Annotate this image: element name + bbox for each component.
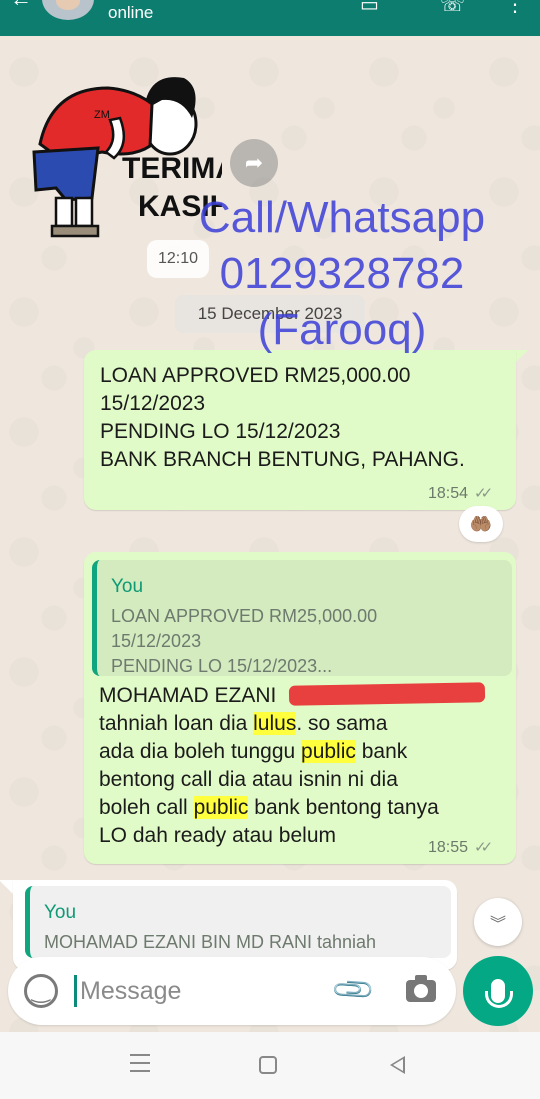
back-icon[interactable] bbox=[390, 1056, 405, 1074]
message-text: LOAN APPROVED RM25,000.00 15/12/2023 PEN… bbox=[100, 364, 465, 471]
date-separator: 15 December 2023 bbox=[175, 295, 365, 333]
message-time: 18:55 bbox=[428, 839, 469, 856]
outgoing-reply-message[interactable]: You LOAN APPROVED RM25,000.00 15/12/2023… bbox=[84, 552, 516, 864]
video-call-icon[interactable]: ▭ bbox=[360, 0, 379, 17]
text-cursor bbox=[74, 975, 77, 1007]
emoji-icon[interactable] bbox=[24, 974, 58, 1008]
bubble-tail bbox=[514, 350, 528, 364]
chat-header: ← online ▭ ☏ ⋮ bbox=[0, 0, 540, 36]
forward-button[interactable]: ➦ bbox=[230, 139, 278, 187]
microphone-icon bbox=[485, 979, 513, 1008]
scroll-to-bottom-button[interactable]: ︾ bbox=[474, 898, 522, 946]
recent-apps-icon[interactable] bbox=[130, 1054, 150, 1078]
message-input[interactable] bbox=[80, 974, 330, 1008]
contact-status: online bbox=[108, 3, 154, 22]
message-composer: 📎 bbox=[8, 957, 456, 1025]
quoted-message[interactable]: You MOHAMAD EZANI BIN MD RANI tahniah bbox=[25, 886, 451, 958]
sticker-time: 12:10 bbox=[147, 240, 209, 278]
forward-arrow-icon: ➦ bbox=[244, 150, 264, 175]
quote-author: You bbox=[111, 576, 144, 597]
sticker-text: TERIMA KASIH bbox=[122, 152, 222, 223]
home-icon[interactable] bbox=[259, 1056, 277, 1074]
quote-author: You bbox=[44, 902, 77, 923]
read-ticks-icon: ✓✓ bbox=[474, 839, 493, 856]
double-chevron-down-icon: ︾ bbox=[489, 916, 506, 933]
quote-text: MOHAMAD EZANI BIN MD RANI tahniah bbox=[44, 932, 377, 952]
contact-avatar[interactable] bbox=[42, 0, 94, 20]
bubble-tail bbox=[0, 880, 13, 894]
message-time: 18:54 bbox=[428, 485, 469, 502]
camera-icon[interactable] bbox=[406, 975, 436, 1002]
back-arrow-icon[interactable]: ← bbox=[10, 0, 32, 12]
attach-paperclip-icon[interactable]: 📎 bbox=[329, 966, 377, 1014]
voice-message-button[interactable] bbox=[463, 956, 533, 1026]
message-meta: 18:55 ✓✓ bbox=[428, 838, 493, 857]
quoted-message[interactable]: You LOAN APPROVED RM25,000.00 15/12/2023… bbox=[92, 560, 512, 676]
message-meta: 18:54 ✓✓ bbox=[428, 484, 493, 503]
quote-text: LOAN APPROVED RM25,000.00 15/12/2023 PEN… bbox=[111, 606, 378, 676]
read-ticks-icon: ✓✓ bbox=[474, 485, 493, 502]
reaction-badge[interactable]: 🤲🏽 bbox=[459, 506, 503, 542]
folded-hands-icon: 🤲🏽 bbox=[469, 513, 493, 534]
voice-call-icon[interactable]: ☏ bbox=[440, 0, 465, 17]
redaction-mark bbox=[288, 682, 486, 706]
message-text: MOHAMAD EZANI tahniah loan dia lulus. so… bbox=[99, 684, 439, 847]
more-options-icon[interactable]: ⋮ bbox=[505, 0, 525, 17]
thank-you-sticker[interactable]: ZM TERIMA KASIH bbox=[22, 48, 222, 248]
outgoing-message[interactable]: LOAN APPROVED RM25,000.00 15/12/2023 PEN… bbox=[84, 350, 516, 510]
shirt-label: ZM bbox=[94, 109, 110, 121]
system-navigation-bar bbox=[0, 1032, 540, 1099]
